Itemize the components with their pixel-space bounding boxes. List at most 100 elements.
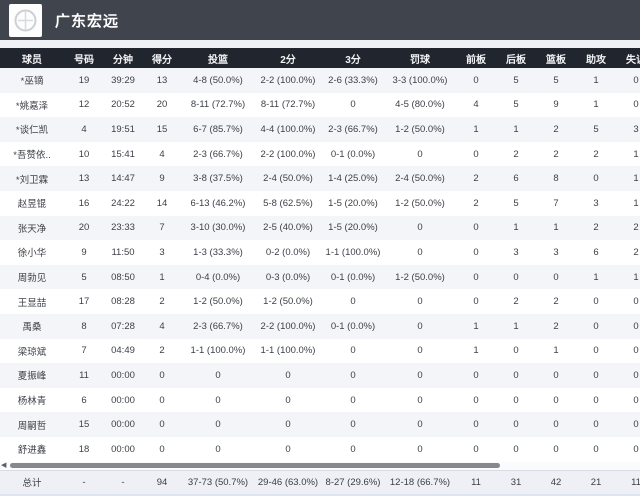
cell-orb: 0 — [456, 272, 496, 283]
table-row: 赵昱锟1624:22146-13 (46.2%)5-8 (62.5%)1-5 (… — [0, 191, 640, 216]
column-header-fg: 投篮 — [182, 51, 254, 66]
cell-no: 4 — [64, 124, 104, 135]
total-3pt: 8-27 (29.6%) — [322, 477, 384, 488]
cell-reb: 2 — [536, 149, 576, 160]
cell-tov: 1 — [616, 173, 640, 184]
column-header-tov: 失误 — [616, 51, 640, 66]
cell-reb: 3 — [536, 247, 576, 258]
cell-name[interactable]: *刘卫霖 — [0, 172, 64, 186]
cell-reb: 8 — [536, 173, 576, 184]
cell-name[interactable]: 周勃见 — [0, 270, 64, 284]
cell-ast: 1 — [576, 272, 616, 283]
cell-min: 07:28 — [104, 321, 142, 332]
cell-no: 10 — [64, 149, 104, 160]
cell-name[interactable]: 张天净 — [0, 221, 64, 235]
table-row: *刘卫霖1314:4793-8 (37.5%)2-4 (50.0%)1-4 (2… — [0, 166, 640, 191]
cell-no: 12 — [64, 99, 104, 110]
cell-min: 04:49 — [104, 345, 142, 356]
cell-reb: 1 — [536, 222, 576, 233]
cell-name[interactable]: 徐小华 — [0, 245, 64, 259]
cell-pts: 3 — [142, 247, 182, 258]
cell-reb: 0 — [536, 272, 576, 283]
cell-tov: 0 — [616, 99, 640, 110]
cell-two: 2-2 (100.0%) — [254, 75, 322, 86]
cell-no: 15 — [64, 419, 104, 430]
cell-name[interactable]: 王显喆 — [0, 295, 64, 309]
total-2pt: 29-46 (63.0%) — [254, 477, 322, 488]
table-row: *巫镝1939:29134-8 (50.0%)2-2 (100.0%)2-6 (… — [0, 68, 640, 93]
total-ast: 21 — [576, 477, 616, 488]
cell-three: 2-3 (66.7%) — [322, 124, 384, 135]
cell-tov: 0 — [616, 444, 640, 455]
cell-pts: 7 — [142, 222, 182, 233]
cell-min: 00:00 — [104, 419, 142, 430]
cell-name[interactable]: 禹桑 — [0, 319, 64, 333]
cell-min: 20:52 — [104, 99, 142, 110]
team-header-bar: 广东宏远 — [0, 0, 640, 40]
totals-row: 总计 - - 94 37-73 (50.7%) 29-46 (63.0%) 8-… — [0, 470, 640, 494]
cell-pts: 2 — [142, 296, 182, 307]
cell-name[interactable]: *吾赞依.. — [0, 147, 64, 161]
cell-two: 2-2 (100.0%) — [254, 321, 322, 332]
cell-two: 0 — [254, 444, 322, 455]
box-score-table[interactable]: 球员 号码 分钟 得分 投篮 2分 3分 罚球 前板 后板 篮板 助攻 失误 *… — [0, 48, 640, 462]
cell-drb: 0 — [496, 370, 536, 381]
cell-tov: 1 — [616, 198, 640, 209]
total-number: - — [64, 477, 104, 488]
cell-name[interactable]: 夏振峰 — [0, 368, 64, 382]
cell-ast: 0 — [576, 345, 616, 356]
cell-pts: 0 — [142, 395, 182, 406]
cell-orb: 1 — [456, 124, 496, 135]
cell-ft: 0 — [384, 296, 456, 307]
cell-pts: 9 — [142, 173, 182, 184]
cell-pts: 0 — [142, 419, 182, 430]
cell-ft: 3-3 (100.0%) — [384, 75, 456, 86]
cell-name[interactable]: *谈仁凯 — [0, 122, 64, 136]
scrollbar-left-arrow-icon[interactable]: ◀ — [1, 462, 6, 470]
cell-tov: 0 — [616, 370, 640, 381]
cell-two: 8-11 (72.7%) — [254, 99, 322, 110]
cell-reb: 0 — [536, 370, 576, 381]
table-row: 禹桑807:2842-3 (66.7%)2-2 (100.0%)0-1 (0.0… — [0, 314, 640, 339]
cell-pts: 0 — [142, 444, 182, 455]
cell-min: 11:50 — [104, 247, 142, 258]
cell-ft: 1-2 (50.0%) — [384, 198, 456, 209]
cell-name[interactable]: 杨林青 — [0, 393, 64, 407]
cell-ast: 0 — [576, 370, 616, 381]
cell-ast: 1 — [576, 99, 616, 110]
cell-orb: 0 — [456, 75, 496, 86]
cell-pts: 4 — [142, 321, 182, 332]
cell-no: 17 — [64, 296, 104, 307]
cell-name[interactable]: *姚嘉泽 — [0, 98, 64, 112]
table-row: 徐小华911:5031-3 (33.3%)0-2 (0.0%)1-1 (100.… — [0, 240, 640, 265]
cell-min: 08:28 — [104, 296, 142, 307]
cell-ast: 0 — [576, 321, 616, 332]
table-row: *吾赞依..1015:4142-3 (66.7%)2-2 (100.0%)0-1… — [0, 142, 640, 167]
cell-orb: 1 — [456, 345, 496, 356]
cell-ast: 1 — [576, 75, 616, 86]
table-row: 周勃见508:5010-4 (0.0%)0-3 (0.0%)0-1 (0.0%)… — [0, 265, 640, 290]
cell-pts: 4 — [142, 149, 182, 160]
cell-drb: 0 — [496, 272, 536, 283]
cell-name[interactable]: 周嗣哲 — [0, 418, 64, 432]
cell-min: 24:22 — [104, 198, 142, 209]
cell-drb: 2 — [496, 149, 536, 160]
cell-pts: 15 — [142, 124, 182, 135]
cell-reb: 0 — [536, 419, 576, 430]
cell-orb: 0 — [456, 247, 496, 258]
cell-name[interactable]: 梁琼斌 — [0, 344, 64, 358]
cell-name[interactable]: 赵昱锟 — [0, 196, 64, 210]
cell-name[interactable]: *巫镝 — [0, 73, 64, 87]
cell-fg: 4-8 (50.0%) — [182, 75, 254, 86]
cell-two: 0 — [254, 395, 322, 406]
cell-reb: 2 — [536, 296, 576, 307]
cell-ast: 2 — [576, 149, 616, 160]
cell-fg: 3-8 (37.5%) — [182, 173, 254, 184]
horizontal-scrollbar[interactable]: ◀ — [0, 462, 640, 470]
cell-three: 0 — [322, 370, 384, 381]
cell-name[interactable]: 舒进鑫 — [0, 442, 64, 456]
cell-pts: 14 — [142, 198, 182, 209]
column-header-3pt: 3分 — [322, 51, 384, 66]
cell-no: 20 — [64, 222, 104, 233]
scrollbar-thumb[interactable] — [10, 463, 500, 468]
